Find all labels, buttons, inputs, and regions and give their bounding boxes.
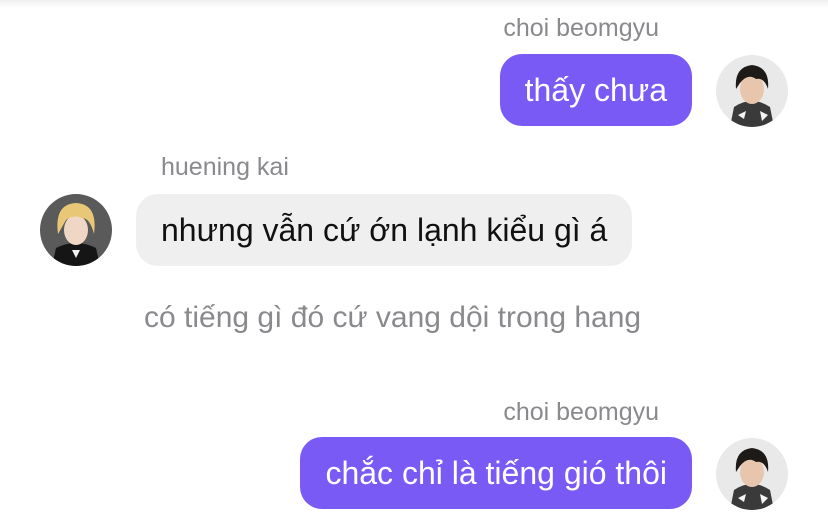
avatar-photo-icon bbox=[716, 55, 788, 127]
avatar-photo-icon bbox=[716, 438, 788, 510]
avatar-photo-icon bbox=[40, 194, 112, 266]
message-bubble-outgoing[interactable]: thấy chưa bbox=[499, 54, 692, 126]
sender-name: choi beomgyu bbox=[503, 14, 659, 42]
avatar-choi-beomgyu[interactable] bbox=[716, 438, 788, 510]
sender-name: choi beomgyu bbox=[503, 398, 659, 426]
avatar-huening-kai[interactable] bbox=[40, 194, 112, 266]
avatar-choi-beomgyu[interactable] bbox=[716, 55, 788, 127]
message-bubble-outgoing[interactable]: chắc chỉ là tiếng gió thôi bbox=[300, 437, 692, 509]
message-bubble-incoming[interactable]: nhưng vẫn cứ ớn lạnh kiểu gì á bbox=[136, 194, 633, 266]
sender-name: huening kai bbox=[161, 153, 289, 181]
narration-text: có tiếng gì đó cứ vang dội trong hang bbox=[144, 301, 642, 334]
top-shadow bbox=[0, 0, 828, 8]
